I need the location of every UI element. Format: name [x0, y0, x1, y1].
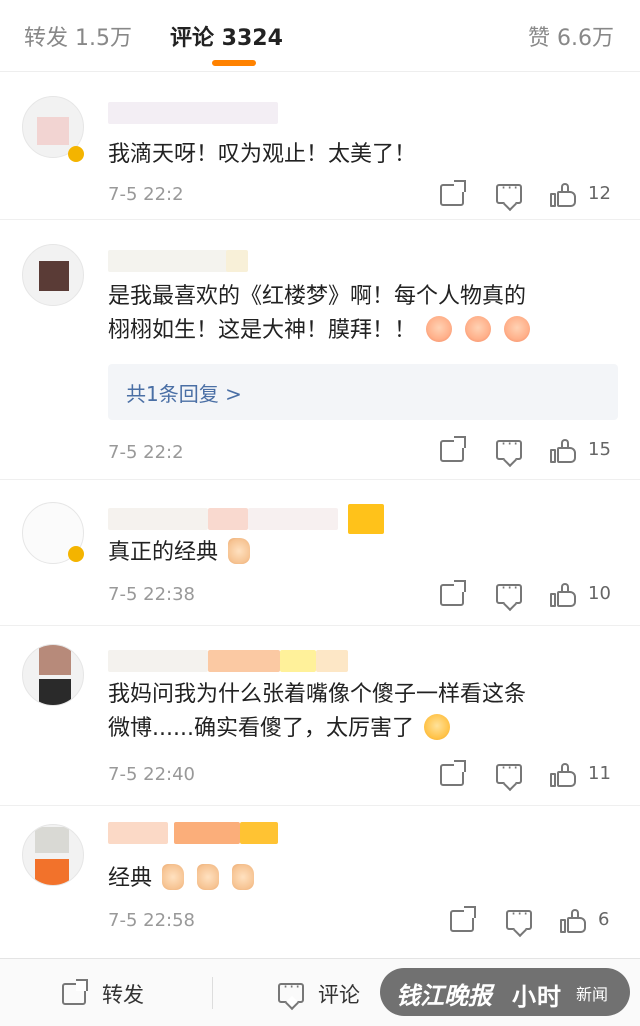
awe-emoji-icon [426, 316, 453, 342]
watermark-sub: 新闻 [576, 985, 609, 1004]
share-icon [450, 910, 474, 932]
like-button[interactable]: 11 [550, 760, 618, 790]
comment-icon [496, 434, 522, 460]
comment-time: 7-5 22:58 [108, 910, 195, 931]
comment-text-line: 栩栩如生！这是大神！膜拜！！ [108, 318, 417, 343]
username-blurred[interactable] [108, 504, 388, 534]
comment-tabs: 转发 1.5万 评论 3324 赞 6.6万 [0, 0, 640, 72]
watermark-brand: 钱江晚报 [396, 981, 492, 1010]
like-button[interactable]: 15 [550, 436, 618, 466]
comment-actions: 10 [438, 578, 618, 610]
watermark-mark: 小时 [512, 983, 562, 1011]
comment-time: 7-5 22:2 [108, 442, 184, 463]
share-button[interactable] [448, 906, 478, 936]
comment-actions: 6 [448, 904, 618, 936]
thumbs-up-icon [550, 583, 576, 607]
avatar[interactable] [22, 824, 84, 886]
reply-button[interactable] [504, 904, 536, 936]
avatar[interactable] [22, 644, 84, 706]
repost-button[interactable]: 转发 [60, 979, 180, 1009]
like-count: 11 [588, 763, 611, 784]
publisher-watermark: 钱江晚报 小时 新闻 [380, 968, 630, 1016]
verified-badge-icon [68, 146, 84, 162]
share-button[interactable] [438, 180, 468, 210]
tab-repost[interactable]: 转发 1.5万 [24, 20, 132, 52]
comment-actions: 12 [438, 178, 618, 210]
share-icon [440, 764, 464, 786]
comment-item: 真正的经典 7-5 22:38 10 [0, 480, 640, 626]
share-icon [440, 440, 464, 462]
tab-comments[interactable]: 评论 3324 [170, 20, 283, 52]
share-button[interactable] [438, 436, 468, 466]
repost-label: 转发 [102, 983, 144, 1007]
tab-likes[interactable]: 赞 6.6万 [528, 20, 614, 52]
comment-time: 7-5 22:2 [108, 184, 184, 205]
reply-summary-link[interactable]: 共1条回复 > [126, 378, 242, 407]
reply-summary[interactable]: 共1条回复 > [108, 364, 618, 420]
username-blurred[interactable] [108, 822, 278, 844]
comment-button[interactable]: 评论 [276, 977, 396, 1009]
comment-actions: 15 [438, 434, 618, 466]
verified-badge-icon [68, 546, 84, 562]
reply-button[interactable] [494, 578, 526, 610]
share-icon [62, 983, 86, 1005]
like-button[interactable]: 10 [550, 580, 618, 610]
comment-text-line: 我妈问我为什么张着嘴像个傻子一样看这条 [108, 682, 527, 707]
reply-button[interactable] [494, 178, 526, 210]
comment-text-line: 经典 [108, 866, 153, 891]
comment-text: 我妈问我为什么张着嘴像个傻子一样看这条 微博......确实看傻了，太厉害了 [108, 678, 610, 746]
comment-icon [496, 758, 522, 784]
comment-item: 我滴天呀！叹为观止！太美了！ 7-5 22:2 12 [0, 74, 640, 220]
share-button[interactable] [438, 580, 468, 610]
reply-button[interactable] [494, 434, 526, 466]
active-tab-indicator [212, 60, 256, 66]
share-button[interactable] [438, 760, 468, 790]
thumbs-up-emoji-icon [162, 864, 185, 890]
like-count: 15 [588, 439, 611, 460]
comment-text-line: 真正的经典 [108, 540, 219, 565]
comment-text: 真正的经典 [108, 536, 610, 570]
thumbs-up-emoji-icon [232, 864, 255, 890]
like-count: 12 [588, 183, 611, 204]
comment-item: 经典 7-5 22:58 6 [0, 806, 640, 958]
reply-button[interactable] [494, 758, 526, 790]
comment-text-line-2: 栩栩如生！这是大神！膜拜！！ [108, 314, 610, 348]
comment-label: 评论 [318, 983, 360, 1007]
avatar[interactable] [22, 244, 84, 306]
comment-time: 7-5 22:38 [108, 584, 195, 605]
comment-text-line: 微博......确实看傻了，太厉害了 [108, 716, 414, 741]
share-icon [440, 584, 464, 606]
like-button[interactable]: 6 [560, 906, 618, 936]
comment-time: 7-5 22:40 [108, 764, 195, 785]
comment-item: 是我最喜欢的《红楼梦》啊！每个人物真的 栩栩如生！这是大神！膜拜！！ 共1条回复… [0, 220, 640, 480]
comment-text-line: 是我最喜欢的《红楼梦》啊！每个人物真的 [108, 284, 527, 309]
thumbs-up-emoji-icon [228, 538, 251, 564]
comment-item: 我妈问我为什么张着嘴像个傻子一样看这条 微博......确实看傻了，太厉害了 7… [0, 626, 640, 806]
like-count: 6 [598, 909, 610, 930]
thumbs-up-emoji-icon [197, 864, 220, 890]
comment-actions: 11 [438, 758, 618, 790]
thumbs-up-icon [560, 909, 586, 933]
username-blurred[interactable] [108, 250, 248, 272]
comment-text-line-2: 微博......确实看傻了，太厉害了 [108, 712, 610, 746]
comment-text: 是我最喜欢的《红楼梦》啊！每个人物真的 栩栩如生！这是大神！膜拜！！ [108, 280, 610, 348]
comment-text: 经典 [108, 862, 610, 896]
comment-icon [496, 578, 522, 604]
comment-icon [278, 977, 304, 1003]
share-icon [440, 184, 464, 206]
divider [212, 977, 213, 1009]
like-count: 10 [588, 583, 611, 604]
username-blurred[interactable] [108, 650, 348, 672]
comment-text: 我滴天呀！叹为观止！太美了！ [108, 142, 417, 167]
comment-icon [496, 178, 522, 204]
thumbs-up-icon [550, 183, 576, 207]
awe-emoji-icon [465, 316, 492, 342]
username-blurred[interactable] [108, 102, 278, 124]
thumbs-up-icon [550, 763, 576, 787]
like-button[interactable]: 12 [550, 180, 618, 210]
comment-icon [506, 904, 532, 930]
shocked-emoji-icon [423, 714, 450, 740]
thumbs-up-icon [550, 439, 576, 463]
awe-emoji-icon [504, 316, 531, 342]
